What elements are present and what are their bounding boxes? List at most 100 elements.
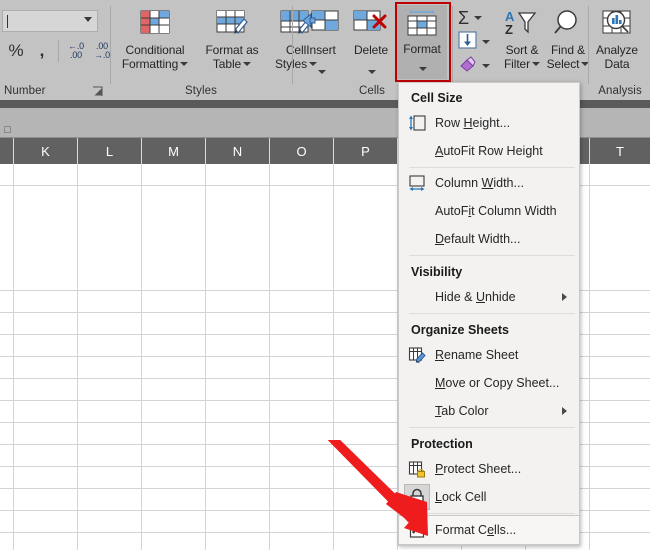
- group-label-analysis: Analysis: [590, 85, 650, 97]
- menu-item-move-or-copy-sheet-label: Move or Copy Sheet...: [435, 376, 559, 390]
- menu-item-protect-sheet-label: Protect Sheet...: [435, 462, 521, 476]
- comma-style-label: ,: [40, 41, 45, 61]
- percent-style-label: %: [8, 41, 23, 61]
- chevron-down-icon[interactable]: [318, 70, 326, 74]
- ribbon-group-styles: Conditional Formatting: [112, 0, 290, 100]
- format-dropdown-menu[interactable]: Cell Size Row Height... AutoFit Row Heig…: [398, 82, 580, 546]
- menu-section-header-protection: Protection: [399, 433, 579, 455]
- ad-line1: Analyze: [596, 43, 638, 57]
- menu-item-autofit-row-height-label: AutoFit Row Height: [435, 144, 543, 158]
- menu-item-protect-sheet[interactable]: Protect Sheet...: [399, 455, 579, 483]
- grid-vline: [141, 164, 142, 550]
- chevron-down-icon[interactable]: [243, 62, 251, 66]
- format-chevron-row[interactable]: [397, 67, 447, 71]
- decrease-decimal-sub: .00: [62, 51, 90, 60]
- menu-item-lock-cell-label: Lock Cell: [435, 490, 486, 504]
- menu-item-tab-color[interactable]: Tab Color: [399, 397, 579, 425]
- ribbon-group-number: % , ←.0 .00 .00 →.0 Number: [0, 0, 110, 100]
- delete-label: Delete: [346, 44, 396, 58]
- column-header-L[interactable]: L: [78, 138, 142, 164]
- autosum-icon: Σ: [458, 9, 469, 27]
- menu-item-hide-unhide[interactable]: Hide & Unhide: [399, 283, 579, 311]
- name-box-marker: [4, 126, 11, 133]
- chevron-down-icon[interactable]: [482, 40, 490, 44]
- format-as-table-button[interactable]: Format as Table: [198, 4, 266, 80]
- sort-filter-button[interactable]: A Z Sort & Filter: [498, 4, 546, 80]
- chevron-down-icon[interactable]: [84, 17, 92, 22]
- menu-item-move-or-copy-sheet[interactable]: Move or Copy Sheet...: [399, 369, 579, 397]
- conditional-formatting-icon: [139, 8, 171, 43]
- comma-style-button[interactable]: ,: [30, 38, 54, 64]
- insert-chevron-row[interactable]: [296, 70, 346, 74]
- format-button[interactable]: Format: [397, 5, 447, 79]
- group-label-number: Number: [0, 85, 110, 97]
- column-header-O[interactable]: O: [270, 138, 334, 164]
- menu-section-header-organize-sheets: Organize Sheets: [399, 319, 579, 341]
- column-header-partial[interactable]: [0, 138, 14, 164]
- menu-item-default-width[interactable]: Default Width...: [399, 225, 579, 253]
- menu-divider: [409, 513, 575, 514]
- fill-icon: [458, 31, 477, 54]
- fat-line2: Table: [213, 57, 241, 71]
- menu-divider: [409, 313, 575, 314]
- decrease-decimal-button[interactable]: ←.0 .00: [62, 38, 90, 64]
- grid-vline: [589, 164, 590, 550]
- column-header-M[interactable]: M: [142, 138, 206, 164]
- analyze-data-button[interactable]: Analyze Data: [584, 4, 650, 80]
- chevron-down-icon[interactable]: [474, 16, 482, 20]
- analyze-data-label: Analyze Data: [584, 44, 650, 71]
- number-format-dropdown[interactable]: [2, 10, 98, 32]
- grid-vline: [13, 164, 14, 550]
- menu-section-header-cell-size: Cell Size: [399, 87, 579, 109]
- fs-line1: Find &: [551, 43, 585, 57]
- divider-number-styles: [110, 6, 111, 84]
- menu-section-header-visibility: Visibility: [399, 261, 579, 283]
- menu-item-column-width[interactable]: Column Width...: [399, 169, 579, 197]
- conditional-formatting-button[interactable]: Conditional Formatting: [113, 4, 197, 80]
- menu-item-autofit-row-height[interactable]: AutoFit Row Height: [399, 137, 579, 165]
- menu-item-row-height[interactable]: Row Height...: [399, 109, 579, 137]
- chevron-down-icon[interactable]: [532, 62, 540, 66]
- menu-item-autofit-column-width-label: AutoFit Column Width: [435, 204, 557, 218]
- grid-vline: [77, 164, 78, 550]
- delete-chevron-row[interactable]: [346, 70, 396, 74]
- delete-icon: [352, 8, 390, 41]
- format-text: Format: [403, 42, 440, 56]
- menu-item-rename-sheet[interactable]: Rename Sheet: [399, 341, 579, 369]
- ribbon-group-analysis: Analyze Data Analysis: [590, 0, 650, 100]
- insert-text: Insert: [306, 43, 335, 57]
- protect-sheet-icon: [408, 460, 426, 478]
- column-header-N[interactable]: N: [206, 138, 270, 164]
- chevron-down-icon[interactable]: [419, 67, 427, 71]
- column-header-K[interactable]: K: [14, 138, 78, 164]
- grid-vline: [205, 164, 206, 550]
- insert-cells-button[interactable]: Insert: [296, 4, 346, 80]
- fat-line1: Format as: [205, 43, 258, 57]
- menu-item-format-cells[interactable]: Format Cells...: [399, 515, 579, 545]
- autosum-button[interactable]: Σ: [458, 6, 498, 30]
- menu-item-hide-unhide-label: Hide & Unhide: [435, 290, 516, 304]
- insert-label: Insert: [296, 44, 346, 58]
- chevron-down-icon[interactable]: [368, 70, 376, 74]
- fill-button[interactable]: [458, 30, 498, 54]
- menu-divider: [409, 255, 575, 256]
- column-header-P[interactable]: P: [334, 138, 398, 164]
- percent-style-button[interactable]: %: [2, 38, 30, 64]
- menu-item-default-width-label: Default Width...: [435, 232, 520, 246]
- grid-vline: [269, 164, 270, 550]
- format-as-table-icon: [215, 8, 249, 43]
- conditional-formatting-label: Conditional Formatting: [113, 44, 197, 71]
- sf-line2: Filter: [504, 57, 530, 71]
- delete-cells-button[interactable]: Delete: [346, 4, 396, 80]
- fs-line2: Select: [547, 57, 580, 71]
- clear-button[interactable]: [458, 54, 498, 78]
- chevron-down-icon[interactable]: [482, 64, 490, 68]
- ad-line2: Data: [605, 57, 630, 71]
- column-width-icon: [408, 174, 426, 192]
- menu-item-lock-cell[interactable]: Lock Cell: [399, 483, 579, 511]
- menu-item-autofit-column-width[interactable]: AutoFit Column Width: [399, 197, 579, 225]
- chevron-down-icon[interactable]: [180, 62, 188, 66]
- column-header-T[interactable]: T: [590, 138, 650, 164]
- divider-styles-cells: [292, 6, 293, 84]
- divider-cells-editing: [452, 6, 453, 84]
